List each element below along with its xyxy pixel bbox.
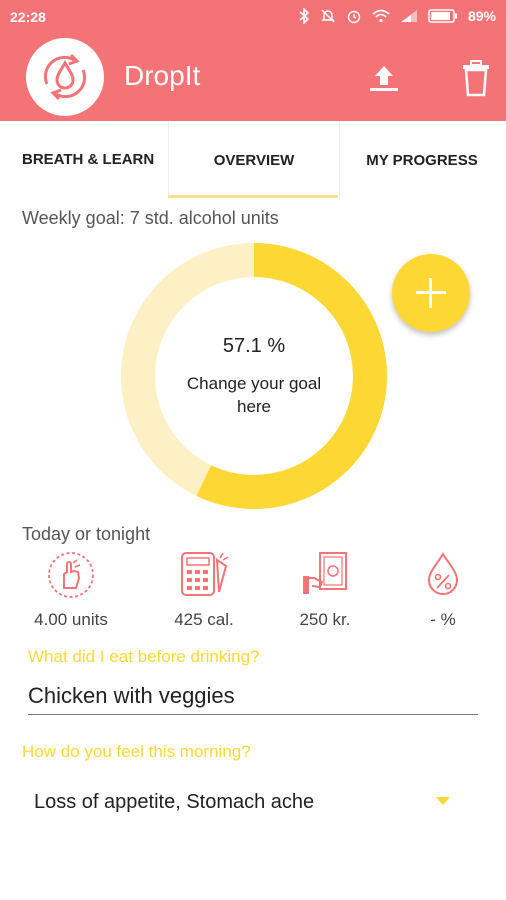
status-icons: 89% [298,8,496,24]
drop-cycle-icon [43,53,87,101]
stat-money: 250 kr. [265,550,385,630]
tab-label: OVERVIEW [213,151,295,169]
upload-button[interactable] [366,60,402,96]
status-bar: 22:28 89% [0,0,506,36]
tab-label: MY PROGRESS [366,151,478,169]
stat-units: 4.00 units [11,550,131,630]
stat-value: - % [430,610,456,629]
app-title: DropIt [124,60,201,91]
hand-icon [48,552,94,598]
percent-drop-icon [427,552,459,595]
progress-percent: 57.1 % [222,334,286,357]
delete-button[interactable] [458,58,494,98]
wifi-icon [372,9,390,23]
stat-value: 250 kr. [299,610,351,629]
bluetooth-icon [299,8,310,24]
tab-label: BREATH & LEARN [22,151,155,168]
stat-value: 4.00 units [34,610,108,629]
weekly-goal: Weekly goal: 7 std. alcohol units [22,208,279,228]
eat-question-label: What did I eat before drinking? [28,647,260,666]
battery-icon [428,9,457,23]
upload-icon [370,66,398,91]
status-time: 22:28 [10,9,46,25]
calorie-calculator-icon [181,552,229,596]
plus-icon-vertical [429,278,432,308]
input-underline [28,714,478,715]
feel-select[interactable]: Loss of appetite, Stomach ache [34,791,314,814]
mute-icon [321,9,335,23]
app-logo [26,38,104,116]
feel-question-label: How do you feel this morning? [22,742,251,761]
chevron-down-icon[interactable] [436,797,450,805]
stat-calories: 425 cal. [144,550,264,630]
tab-my-progress[interactable]: MY PROGRESS [338,121,506,199]
signal-icon [400,10,417,22]
ring-center: 57.1 % Change your goal here [118,240,390,512]
stat-value: 425 cal. [174,610,234,629]
stat-percent: - % [383,550,503,630]
tab-indicator [168,195,338,198]
tab-breath-and-learn[interactable]: BREATH & LEARN [22,121,162,199]
today-title: Today or tonight [22,524,151,544]
app-bar: DropIt [0,36,506,121]
change-goal-link[interactable]: Change your goal here [169,372,339,418]
trash-icon [463,60,489,97]
alarm-icon [347,10,361,24]
battery-level: 89% [467,8,496,24]
tab-overview[interactable]: OVERVIEW [168,121,340,199]
eat-answer-input[interactable]: Chicken with veggies [28,683,235,709]
money-icon [303,552,347,594]
add-drink-button[interactable] [392,254,470,332]
tab-bar: BREATH & LEARN OVERVIEW MY PROGRESS [0,121,506,199]
